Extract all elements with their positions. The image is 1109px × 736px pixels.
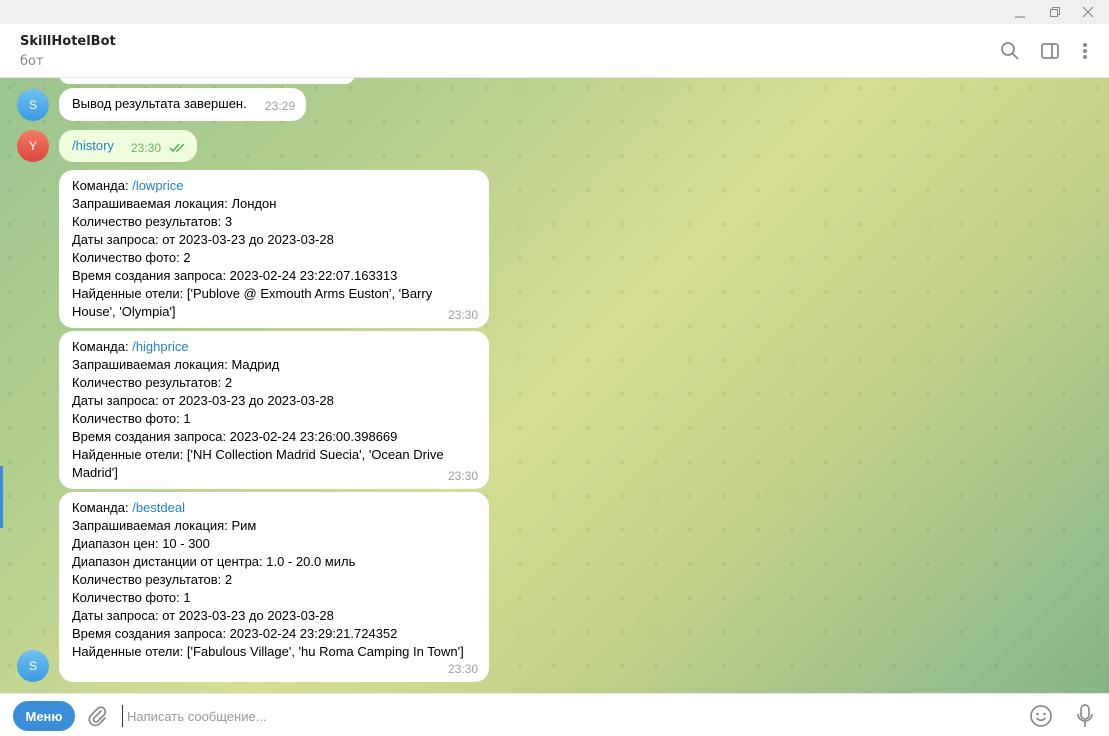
- message-line: Найденные отели: ['NH Collection Madrid …: [72, 447, 444, 462]
- command-label: Команда:: [72, 500, 133, 515]
- scroll-indicator: [0, 466, 3, 528]
- maximize-button[interactable]: [1040, 0, 1070, 24]
- message-line: Даты запроса: от 2023-03-23 до 2023-03-2…: [72, 608, 334, 623]
- message-time: 23:30: [447, 308, 478, 322]
- message-bubble-partial: [59, 78, 355, 84]
- message-line: Команда: /highprice: [72, 338, 476, 356]
- command-link[interactable]: /highprice: [132, 339, 188, 354]
- message-text: Вывод результата завершен.: [72, 96, 247, 111]
- chat-subtitle: бот: [20, 54, 44, 69]
- attach-button[interactable]: [86, 705, 108, 731]
- message-time: 23:30: [130, 141, 161, 155]
- restore-icon: [1050, 7, 1060, 17]
- emoji-button[interactable]: [1029, 704, 1053, 732]
- message-bubble: Команда: /bestdeal Запрашиваемая локация…: [59, 492, 489, 682]
- close-button[interactable]: [1073, 0, 1103, 24]
- command-label: Команда:: [72, 178, 133, 193]
- command-link[interactable]: /lowprice: [132, 178, 183, 193]
- paperclip-icon: [88, 706, 107, 727]
- bot-avatar[interactable]: S: [17, 650, 49, 682]
- message-line: Количество результатов: 2: [72, 572, 233, 587]
- chat-title[interactable]: SkillHotelBot: [20, 34, 116, 49]
- message-line: Диапазон цен: 10 - 300: [72, 536, 210, 551]
- message-line: Запрашиваемая локация: Лондон: [72, 196, 277, 211]
- message-line: Команда: /bestdeal: [72, 499, 476, 517]
- more-vertical-icon: [1083, 43, 1087, 59]
- message-line: Время создания запроса: 2023-02-24 23:22…: [72, 268, 398, 283]
- message-line: Количество фото: 1: [72, 590, 191, 605]
- message-line: Количество фото: 1: [72, 411, 191, 426]
- bot-menu-button[interactable]: Меню: [13, 701, 75, 731]
- minimize-button[interactable]: [1005, 0, 1035, 24]
- message-bubble: Команда: /lowprice Запрашиваемая локация…: [59, 170, 489, 328]
- message-input[interactable]: [122, 705, 1002, 727]
- search-button[interactable]: [999, 40, 1021, 62]
- message-line: Найденные отели: ['Publove @ Exmouth Arm…: [72, 286, 433, 301]
- command-label: Команда:: [72, 339, 133, 354]
- chat-area[interactable]: S Вывод результата завершен. 23:29 Y /hi…: [0, 78, 1109, 693]
- message-bubble: Вывод результата завершен. 23:29: [59, 88, 306, 121]
- message-line: Запрашиваемая локация: Рим: [72, 518, 257, 533]
- command-link[interactable]: /bestdeal: [132, 500, 185, 515]
- message-line: Команда: /lowprice: [72, 177, 476, 195]
- message-line: Время создания запроса: 2023-02-24 23:26…: [72, 429, 398, 444]
- message-line: Количество результатов: 2: [72, 375, 233, 390]
- message-line: Madrid']: [72, 465, 118, 480]
- user-avatar[interactable]: Y: [17, 130, 49, 162]
- search-icon: [1001, 42, 1019, 60]
- message-line: Время создания запроса: 2023-02-24 23:29…: [72, 626, 398, 641]
- voice-message-button[interactable]: [1075, 703, 1095, 733]
- close-icon: [1082, 6, 1094, 18]
- message-time: 23:29: [264, 99, 295, 113]
- window-titlebar: [0, 0, 1109, 24]
- message-time: 23:30: [447, 469, 478, 483]
- minimize-icon: [1015, 16, 1025, 18]
- double-check-icon: [169, 143, 185, 153]
- message-bubble: Команда: /highprice Запрашиваемая локаци…: [59, 331, 489, 489]
- message-line: Даты запроса: от 2023-03-23 до 2023-03-2…: [72, 232, 334, 247]
- side-panel-button[interactable]: [1039, 40, 1061, 62]
- sidebar-toggle-icon: [1041, 43, 1059, 59]
- command-link[interactable]: /history: [72, 138, 114, 153]
- emoji-icon: [1030, 705, 1052, 727]
- message-time: 23:30: [447, 662, 478, 676]
- message-line: Диапазон дистанции от центра: 1.0 - 20.0…: [72, 554, 356, 569]
- microphone-icon: [1077, 704, 1093, 727]
- more-menu-button[interactable]: [1074, 40, 1096, 62]
- message-line: Запрашиваемая локация: Мадрид: [72, 357, 280, 372]
- outgoing-message-bubble: /history 23:30: [59, 130, 197, 162]
- message-line: House', 'Olympia']: [72, 304, 176, 319]
- message-line: Найденные отели: ['Fabulous Village', 'h…: [72, 644, 464, 659]
- message-composer: Меню: [0, 693, 1109, 736]
- chat-header: SkillHotelBot бот: [0, 24, 1109, 78]
- message-line: Даты запроса: от 2023-03-23 до 2023-03-2…: [72, 393, 334, 408]
- message-line: Количество результатов: 3: [72, 214, 233, 229]
- message-line: Количество фото: 2: [72, 250, 191, 265]
- bot-avatar[interactable]: S: [17, 89, 49, 121]
